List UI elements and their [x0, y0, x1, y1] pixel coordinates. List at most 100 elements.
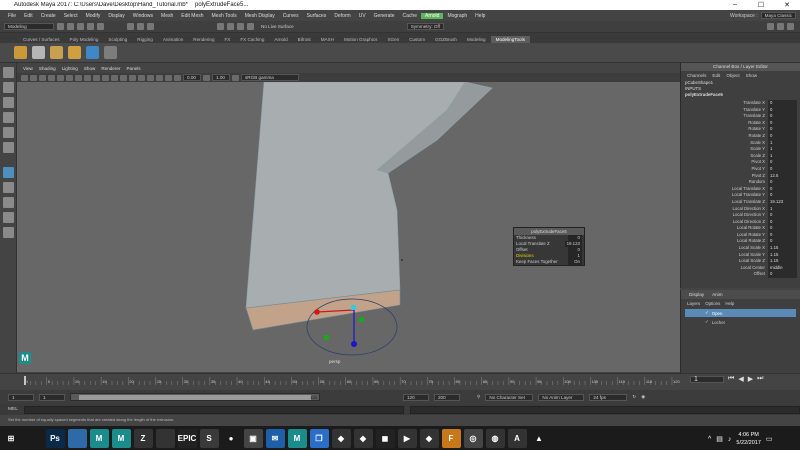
attribute-value[interactable]: 12.5: [768, 172, 797, 180]
app-icon[interactable]: ◎: [463, 428, 483, 448]
go-to-end-icon[interactable]: ⏭: [757, 375, 763, 383]
attribute-row-offset[interactable]: Offset 0: [681, 271, 800, 279]
extrude-icon[interactable]: [14, 46, 27, 59]
zbrush-icon[interactable]: Z: [133, 428, 153, 448]
attribute-row-local-rotate-y[interactable]: Local Rotate Y0: [681, 231, 800, 239]
attribute-value[interactable]: 0: [768, 231, 797, 239]
attribute-row-translate-y[interactable]: Translate Y0: [681, 106, 800, 114]
menu-surfaces[interactable]: Surfaces: [303, 13, 331, 19]
attribute-value[interactable]: 0: [768, 126, 797, 133]
app-icon[interactable]: S: [199, 428, 219, 448]
offset-edge-loop-icon[interactable]: [104, 46, 117, 59]
attribute-row-local-translate-y[interactable]: Local Translate Y0: [681, 192, 800, 199]
shelf-tab-sculpting[interactable]: Sculpting: [103, 36, 132, 43]
fps-select[interactable]: 24 fps: [589, 393, 628, 401]
range-slider[interactable]: 120: [70, 393, 320, 401]
menu-help[interactable]: Help: [471, 13, 489, 19]
four-view-layout-icon[interactable]: [3, 197, 14, 208]
render-icon[interactable]: [767, 23, 774, 30]
channel-box-menu-show[interactable]: Show: [746, 73, 758, 78]
new-scene-icon[interactable]: [57, 23, 64, 30]
app-icon[interactable]: A: [507, 428, 527, 448]
menu-cache[interactable]: Cache: [399, 13, 421, 19]
go-to-start-icon[interactable]: ⏮: [728, 375, 734, 383]
menu-mesh-display[interactable]: Mesh Display: [241, 13, 279, 19]
symmetry-select[interactable]: Symmetry: Off: [406, 23, 444, 30]
app-icon[interactable]: ▲: [529, 428, 549, 448]
panel-menu-renderer[interactable]: Renderer: [101, 66, 120, 73]
xray-icon[interactable]: [156, 74, 163, 81]
shelf-tab-fx-caching[interactable]: FX Caching: [235, 36, 269, 43]
menu-set-select[interactable]: Modeling: [4, 23, 54, 30]
volume-icon[interactable]: ♪: [728, 436, 732, 443]
append-polygon-icon[interactable]: [50, 46, 63, 59]
attribute-row-random[interactable]: Random 0: [681, 179, 800, 186]
maya-icon[interactable]: M: [89, 428, 109, 448]
chrome-icon[interactable]: ●: [221, 428, 241, 448]
attribute-row-local-scale-z[interactable]: Local Scale Z 1.15: [681, 258, 800, 265]
rotate-tool-icon[interactable]: [3, 127, 14, 138]
manipulator-x-handle[interactable]: [314, 309, 320, 315]
menu-deform[interactable]: Deform: [330, 13, 354, 19]
panel-menu-shading[interactable]: Shading: [39, 66, 56, 73]
paint-select-tool-icon[interactable]: [3, 97, 14, 108]
insert-edge-loop-icon[interactable]: [86, 46, 99, 59]
manipulator-y-handle[interactable]: [351, 341, 357, 347]
menu-select[interactable]: Select: [60, 13, 82, 19]
single-view-layout-icon[interactable]: [3, 182, 14, 193]
smooth-shade-icon[interactable]: [102, 74, 109, 81]
attribute-row-pivot-y[interactable]: Pivot Y0: [681, 165, 800, 173]
command-language-label[interactable]: MEL: [8, 407, 18, 412]
shelf-tab-bifrost[interactable]: Bifrost: [293, 36, 316, 43]
media-player-icon[interactable]: ▶: [397, 428, 417, 448]
menu-mograph[interactable]: Mograph: [443, 13, 471, 19]
layer-visibility-icon[interactable]: ✓: [705, 319, 709, 325]
in-view-row-keep-faces-together[interactable]: Keep Faces Together On: [514, 259, 584, 265]
attribute-value[interactable]: 1.15: [768, 245, 797, 252]
channel-box-menu-edit[interactable]: Edit: [712, 73, 720, 78]
task-view-icon[interactable]: [67, 428, 87, 448]
attribute-value[interactable]: 1: [768, 139, 797, 147]
safe-action-icon[interactable]: [84, 74, 91, 81]
current-frame-field[interactable]: 1: [690, 375, 724, 383]
clock[interactable]: 4:06 PM 5/22/2017: [736, 431, 760, 447]
film-gate-icon[interactable]: [57, 74, 64, 81]
grid-icon[interactable]: [48, 74, 55, 81]
character-set-icon[interactable]: ⚲: [477, 394, 480, 400]
save-scene-icon[interactable]: [77, 23, 84, 30]
multi-cut-icon[interactable]: [68, 46, 81, 59]
shelf-tab-gozbrush[interactable]: GOZBrush: [430, 36, 462, 43]
attribute-value[interactable]: 0: [768, 165, 797, 173]
input-node-name[interactable]: polyExtrudeFace5: [681, 92, 800, 98]
app-icon[interactable]: [155, 428, 175, 448]
attribute-row-local-direction-x[interactable]: Local Direction X1: [681, 205, 800, 213]
gamma-field[interactable]: 1.00: [212, 74, 230, 81]
render-settings-icon[interactable]: [787, 23, 794, 30]
attribute-value[interactable]: 0: [768, 238, 797, 246]
live-surface-label[interactable]: No Live Surface: [261, 24, 294, 29]
color-management-icon[interactable]: [232, 74, 239, 81]
channel-box-menu-channels[interactable]: Channels: [687, 73, 706, 78]
menu-file[interactable]: File: [4, 13, 20, 19]
shelf-tab-xgen[interactable]: XGen: [382, 36, 404, 43]
attribute-row-rotate-y[interactable]: Rotate Y0: [681, 126, 800, 133]
shelf-tab-modelingtools[interactable]: ModelingTools: [490, 36, 530, 43]
attribute-value[interactable]: 0: [768, 218, 797, 226]
start-time-field[interactable]: 1: [8, 393, 34, 401]
manipulator-z-handle[interactable]: [359, 317, 364, 322]
attribute-row-local-scale-x[interactable]: Local Scale X 1.15: [681, 245, 800, 252]
attribute-value[interactable]: 0: [768, 106, 797, 114]
isolate-icon[interactable]: [165, 74, 172, 81]
menu-generate[interactable]: Generate: [370, 13, 399, 19]
layer-menu-layers[interactable]: Layers: [687, 301, 700, 306]
network-icon[interactable]: ▤: [716, 435, 723, 443]
close-button[interactable]: ✕: [774, 1, 800, 9]
app-icon[interactable]: ◆: [331, 428, 351, 448]
ipr-render-icon[interactable]: [777, 23, 784, 30]
textured-icon[interactable]: [120, 74, 127, 81]
layer-menu-options[interactable]: Options: [705, 301, 720, 306]
shelf-tab-curves-surfaces[interactable]: Curves / Surfaces: [18, 36, 65, 43]
wireframe-icon[interactable]: [93, 74, 100, 81]
maximize-button[interactable]: ☐: [748, 1, 774, 9]
shelf-tab-rigging[interactable]: Rigging: [132, 36, 158, 43]
